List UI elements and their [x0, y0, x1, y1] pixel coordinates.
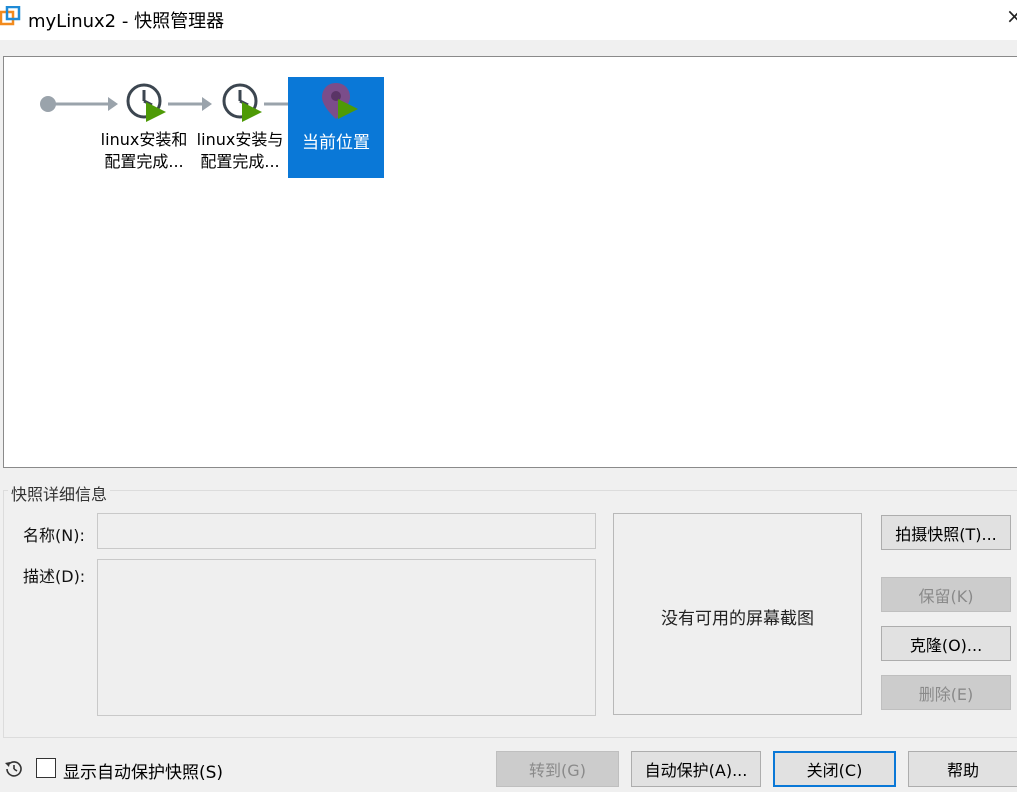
snapshot-label-line1: linux安装和 [100, 130, 188, 149]
snapshot-clock-icon [126, 83, 166, 122]
snapshot-item[interactable]: linux安装和 配置完成... [96, 129, 192, 173]
goto-button[interactable]: 转到(G) [496, 751, 619, 787]
show-autoprotect-label: 显示自动保护快照(S) [63, 763, 224, 783]
tree-arrow [168, 97, 212, 111]
vmware-app-icon [0, 6, 21, 26]
delete-button[interactable]: 删除(E) [881, 675, 1011, 710]
take-snapshot-button[interactable]: 拍摄快照(T)... [881, 515, 1011, 550]
snapshot-label-line1: linux安装与 [196, 130, 284, 149]
close-window-button[interactable]: × [1006, 4, 1017, 28]
snapshot-clock-icon [222, 83, 262, 122]
autoprotect-button[interactable]: 自动保护(A)... [631, 751, 761, 787]
location-pin-icon [322, 83, 358, 119]
current-position-label: 当前位置 [302, 133, 370, 153]
close-button[interactable]: 关闭(C) [773, 751, 896, 787]
details-group-legend: 快照详细信息 [8, 481, 111, 505]
window-title: myLinux2 - 快照管理器 [28, 11, 225, 32]
show-autoprotect-checkbox[interactable] [36, 758, 56, 778]
snapshot-tree-panel[interactable]: linux安装和 配置完成... linux安装与 配置完成... 当前位置 [3, 56, 1017, 468]
snapshot-item[interactable]: linux安装与 配置完成... [192, 129, 288, 173]
name-field[interactable] [97, 513, 596, 549]
title-bar: myLinux2 - 快照管理器 × [0, 0, 1017, 40]
description-label: 描述(D): [23, 567, 86, 586]
screenshot-preview: 没有可用的屏幕截图 [613, 513, 862, 715]
description-field[interactable] [97, 559, 596, 716]
name-label: 名称(N): [23, 526, 85, 545]
current-position-item[interactable]: 当前位置 [288, 77, 384, 178]
tree-arrow [54, 97, 118, 111]
history-icon [5, 761, 22, 777]
help-button[interactable]: 帮助 [908, 751, 1017, 787]
snapshot-label-line2: 配置完成... [200, 152, 280, 171]
no-screenshot-text: 没有可用的屏幕截图 [661, 609, 814, 629]
root-node-dot [40, 96, 56, 112]
keep-button[interactable]: 保留(K) [881, 577, 1011, 612]
snapshot-label-line2: 配置完成... [104, 152, 184, 171]
clone-button[interactable]: 克隆(O)... [881, 626, 1011, 661]
